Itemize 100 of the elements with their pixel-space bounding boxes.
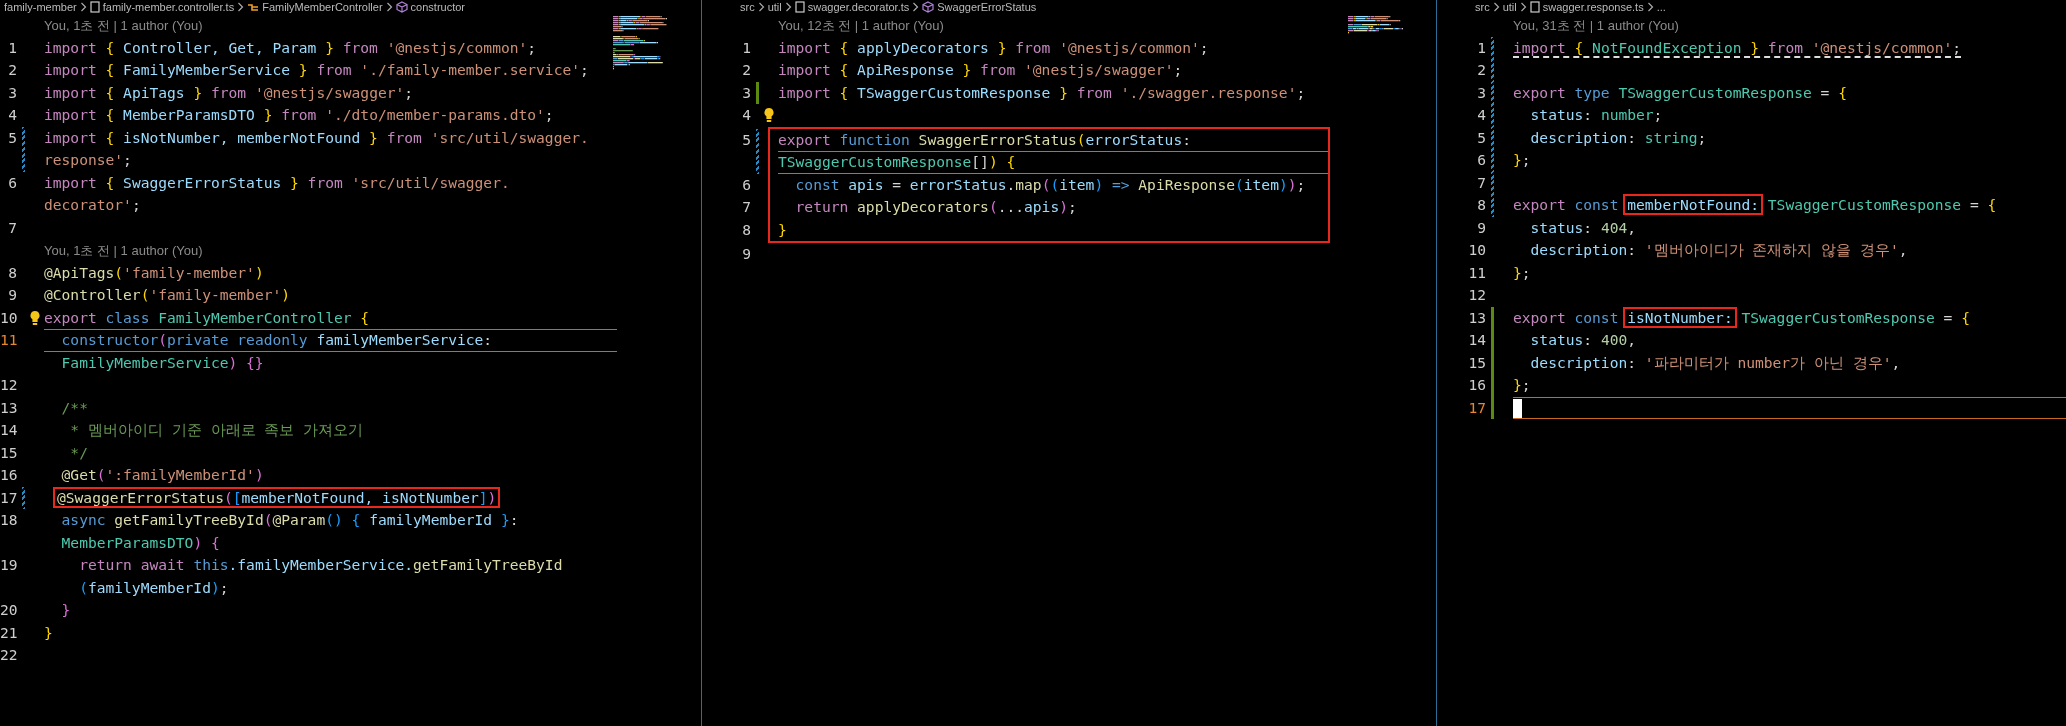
line-number: 14 [0, 420, 17, 440]
breadcrumb-item[interactable]: family-member.controller.ts [89, 1, 235, 13]
code-line: } [44, 623, 53, 641]
code-line: export class FamilyMemberController { [44, 308, 370, 326]
breadcrumb-item[interactable]: family-member [4, 1, 77, 13]
code-line: /** [60, 398, 88, 416]
breadcrumb-item[interactable]: ... [1656, 1, 1666, 13]
chevron-icon [784, 2, 792, 12]
line-number: 21 [0, 622, 17, 643]
code-line: FamilyMemberService) {} [60, 353, 264, 371]
code-line: description: string; [1529, 128, 1707, 146]
line-number: 9 [7, 285, 17, 305]
line-number: 4 [7, 105, 17, 125]
code-line: import { isNotNumber, memberNotFound } from 'src/util/swagger. [44, 128, 589, 146]
line-number: 3 [7, 82, 17, 103]
code-line: (familyMemberId); [78, 578, 229, 596]
blame-annotation: You, 31초 전 | 1 author (You) [1513, 18, 1679, 33]
line-number: 1 [1476, 37, 1486, 58]
line-number: 20 [0, 600, 17, 620]
code-line: export const memberNotFound: TSwaggerCustomResponse = { [1513, 196, 1997, 213]
line-number: 8 [741, 219, 751, 240]
code-line: export const isNotNumber: TSwaggerCustomResponse = { [1513, 308, 1970, 326]
highlight-box: @SwaggerErrorStatus([memberNotFound, isNotNumber]) [53, 486, 501, 508]
line-number: 12 [1467, 285, 1486, 305]
code-line: MemberParamsDTO) { [60, 533, 220, 551]
highlight-box: memberNotFound: [1623, 194, 1764, 215]
code-line: import { SwaggerErrorStatus } from 'src/util/swagger. [44, 173, 510, 191]
code-line: import { applyDecorators } from '@nestjs/common'; [778, 38, 1209, 56]
chevron-icon [757, 2, 765, 12]
line-number: 7 [1476, 172, 1486, 193]
file-icon [1529, 1, 1540, 13]
chevron-icon [237, 2, 245, 12]
code-line: constructor(private readonly familyMemberService: [60, 331, 493, 348]
line-number: 14 [1467, 330, 1486, 350]
line-number: 19 [0, 555, 17, 575]
breadcrumb-item[interactable]: constructor [395, 1, 465, 13]
code-line: import { TSwaggerCustomResponse } from './swagger.response'; [778, 83, 1306, 101]
breadcrumb-item[interactable]: SwaggerErrorStatus [922, 1, 1037, 13]
line-number: 10 [1467, 240, 1486, 260]
highlight-box: isNotNumber: [1623, 306, 1737, 328]
line-number: 8 [1476, 195, 1486, 215]
code-line: TSwaggerCustomResponse[]) { [778, 153, 1016, 170]
code-line: response'; [44, 151, 132, 168]
chevron-icon [1492, 2, 1500, 12]
chevron-icon [912, 2, 920, 12]
code-line: }; [1513, 151, 1531, 168]
line-number: 6 [741, 174, 751, 195]
line-number: 9 [741, 244, 751, 264]
line-number: 9 [1476, 217, 1486, 238]
line-number: 1 [7, 37, 17, 58]
code-line: } [778, 220, 787, 238]
line-number: 2 [1476, 60, 1486, 80]
code-line: status: 400, [1529, 331, 1637, 348]
code-line: export type TSwaggerCustomResponse = { [1513, 83, 1847, 101]
line-number: 17 [1467, 397, 1486, 418]
breadcrumb-item[interactable]: src [740, 1, 755, 13]
line-number: 2 [741, 60, 751, 80]
code-line: import { NotFoundException } from '@nestjs/common'; [1513, 38, 1962, 58]
breadcrumb-item[interactable]: FamilyMemberController [247, 1, 383, 13]
line-number: 11 [0, 330, 17, 350]
file-icon [794, 1, 805, 13]
line-number: 5 [1476, 127, 1486, 148]
code-line: return applyDecorators(...apis); [794, 198, 1077, 215]
code-line: */ [69, 443, 88, 461]
line-number: 15 [1467, 352, 1486, 373]
line-number: 3 [1476, 82, 1486, 103]
code-line: const apis = errorStatus.map((item) => ApiResponse(item)); [794, 175, 1306, 193]
breadcrumb-item[interactable]: util [1502, 1, 1517, 13]
code-line: import { ApiResponse } from '@nestjs/swagger'; [778, 61, 1183, 78]
breadcrumb-item[interactable]: util [767, 1, 782, 13]
breadcrumb-item[interactable]: src [1475, 1, 1490, 13]
chevron-icon [1519, 2, 1527, 12]
line-number: 7 [7, 217, 17, 238]
breadcrumb-item[interactable]: swagger.decorator.ts [794, 1, 910, 13]
line-number: 12 [0, 375, 17, 395]
code-line: * 멤버아이디 기준 아래로 족보 가져오기 [69, 421, 364, 438]
cube-icon [922, 1, 935, 13]
line-number: 3 [741, 82, 751, 103]
line-number: 15 [0, 442, 17, 463]
code-line: }; [1513, 263, 1531, 281]
code-line: import { ApiTags } from '@nestjs/swagger'; [44, 83, 414, 101]
code-line: export function SwaggerErrorStatus(errorStatus: [778, 130, 1191, 148]
code-line: import { FamilyMemberService } from './family-member.service'; [44, 61, 589, 78]
breadcrumb-item[interactable]: swagger.response.ts [1529, 1, 1644, 13]
line-number: 13 [1467, 307, 1486, 328]
code-line: status: number; [1529, 106, 1663, 123]
file-icon [89, 1, 100, 13]
line-number: 22 [0, 645, 17, 665]
code-line: description: '파라미터가 number가 아닌 경우', [1529, 353, 1901, 371]
blame-annotation: You, 1초 전 | 1 author (You) [44, 18, 203, 33]
code-line: async getFamilyTreeById(@Param() { familyMemberId }: [60, 511, 519, 528]
line-number: 16 [0, 465, 17, 485]
code-line: }; [1513, 376, 1531, 393]
code-line: import { MemberParamsDTO } from './dto/member-params.dto'; [44, 106, 554, 123]
blame-annotation: You, 1초 전 | 1 author (You) [44, 243, 203, 258]
code-line: return await this.familyMemberService.getFamilyTreeById [78, 556, 563, 573]
code-line: description: '멤버아이디가 존재하지 않을 경우', [1529, 241, 1908, 258]
chevron-icon [385, 2, 393, 12]
line-number: 5 [741, 129, 751, 150]
line-number: 16 [1467, 375, 1486, 395]
